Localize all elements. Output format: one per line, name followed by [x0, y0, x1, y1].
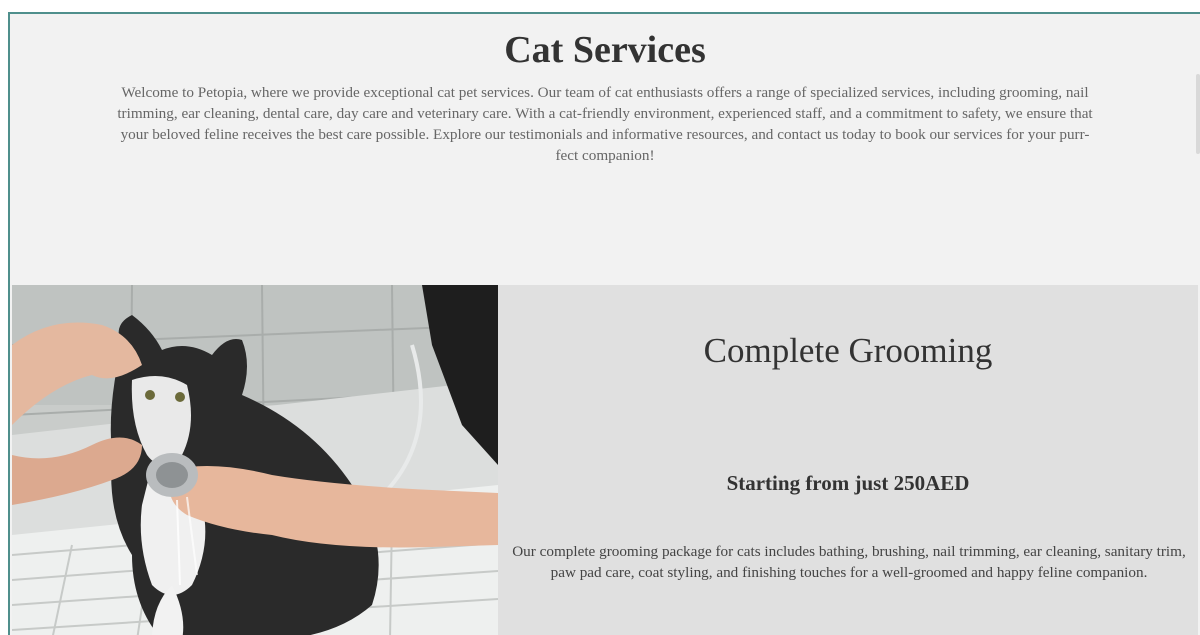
service-details-panel: Complete Grooming Starting from just 250…	[498, 285, 1198, 635]
cat-bath-illustration	[12, 285, 498, 635]
scrollbar-thumb[interactable]	[1196, 74, 1200, 154]
service-price: Starting from just 250AED	[726, 471, 970, 495]
intro-paragraph: Welcome to Petopia, where we provide exc…	[117, 84, 1093, 164]
service-card-complete-grooming: Complete Grooming Starting from just 250…	[12, 285, 1198, 635]
cat-bath-photo	[12, 285, 498, 635]
page-title: Cat Services	[504, 29, 706, 71]
service-description: Our complete grooming package for cats i…	[512, 543, 1186, 581]
service-title: Complete Grooming	[703, 331, 993, 370]
page-frame: Cat Services Welcome to Petopia, where w…	[8, 12, 1200, 635]
